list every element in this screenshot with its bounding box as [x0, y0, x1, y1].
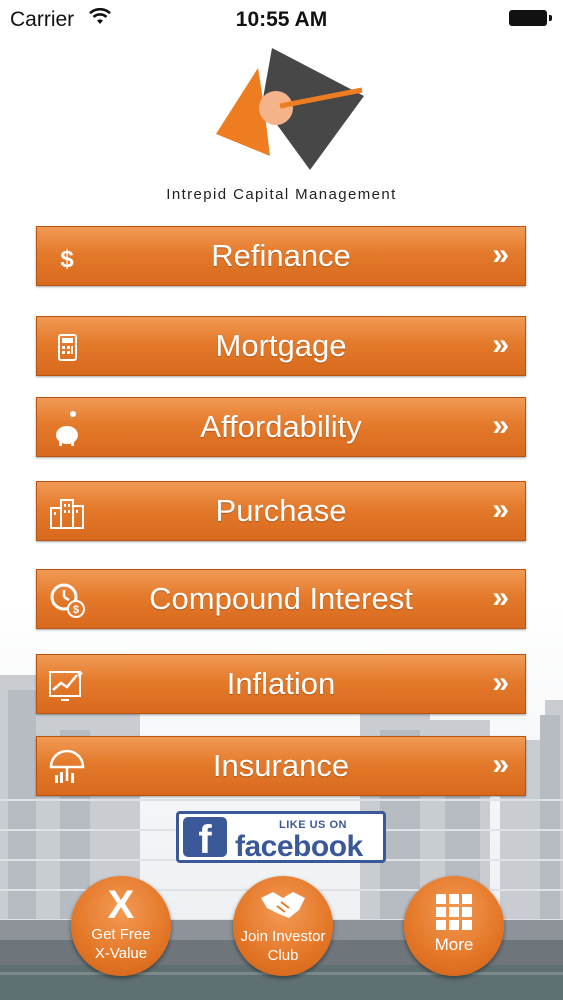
clock: 10:55 AM: [235, 8, 328, 31]
purchase-label: Purchase: [215, 493, 347, 528]
compound-interest-label: Compound Interest: [149, 581, 413, 616]
chevron-right-icon: »: [492, 748, 509, 781]
more-button[interactable]: More: [404, 876, 504, 976]
chevron-right-icon: »: [492, 409, 509, 442]
status-bar: Carrier 10:55 AM: [0, 0, 563, 38]
xvalue-line2: X-Value: [94, 945, 148, 962]
handshake-icon: [261, 892, 305, 918]
compound-interest-button[interactable]: $ Compound Interest »: [36, 569, 526, 629]
chevron-right-icon: »: [492, 666, 509, 699]
insurance-button[interactable]: Insurance »: [36, 736, 526, 796]
facebook-wordmark: facebook: [235, 830, 363, 863]
facebook-icon: f: [183, 817, 227, 862]
company-name: Intrepid Capital Management: [166, 186, 397, 203]
inflation-label: Inflation: [226, 666, 336, 701]
chevron-right-icon: »: [492, 581, 509, 614]
grid-menu-icon: [436, 894, 472, 930]
x-icon: X: [107, 883, 135, 927]
company-logo: [216, 48, 364, 170]
investor-line2: Club: [267, 947, 299, 964]
insurance-label: Insurance: [212, 748, 350, 783]
refinance-label: Refinance: [211, 238, 351, 273]
more-label: More: [434, 935, 474, 954]
inflation-button[interactable]: Inflation »: [36, 654, 526, 714]
get-free-xvalue-button[interactable]: X Get Free X-Value: [71, 876, 171, 976]
chevron-right-icon: »: [492, 493, 509, 526]
investor-line1: Join Investor: [240, 928, 326, 945]
affordability-label: Affordability: [200, 409, 362, 444]
facebook-like-button[interactable]: f LIKE US ON facebook: [176, 811, 386, 863]
mortgage-button[interactable]: Mortgage »: [36, 316, 526, 376]
xvalue-line1: Get Free: [91, 926, 151, 943]
chevron-right-icon: »: [492, 238, 509, 271]
join-investor-club-button[interactable]: Join Investor Club: [233, 876, 333, 976]
battery-icon: [509, 10, 552, 26]
affordability-button[interactable]: Affordability »: [36, 397, 526, 457]
refinance-button[interactable]: $ Refinance »: [36, 226, 526, 286]
chevron-right-icon: »: [492, 328, 509, 361]
mortgage-label: Mortgage: [215, 328, 347, 363]
purchase-button[interactable]: Purchase »: [36, 481, 526, 541]
